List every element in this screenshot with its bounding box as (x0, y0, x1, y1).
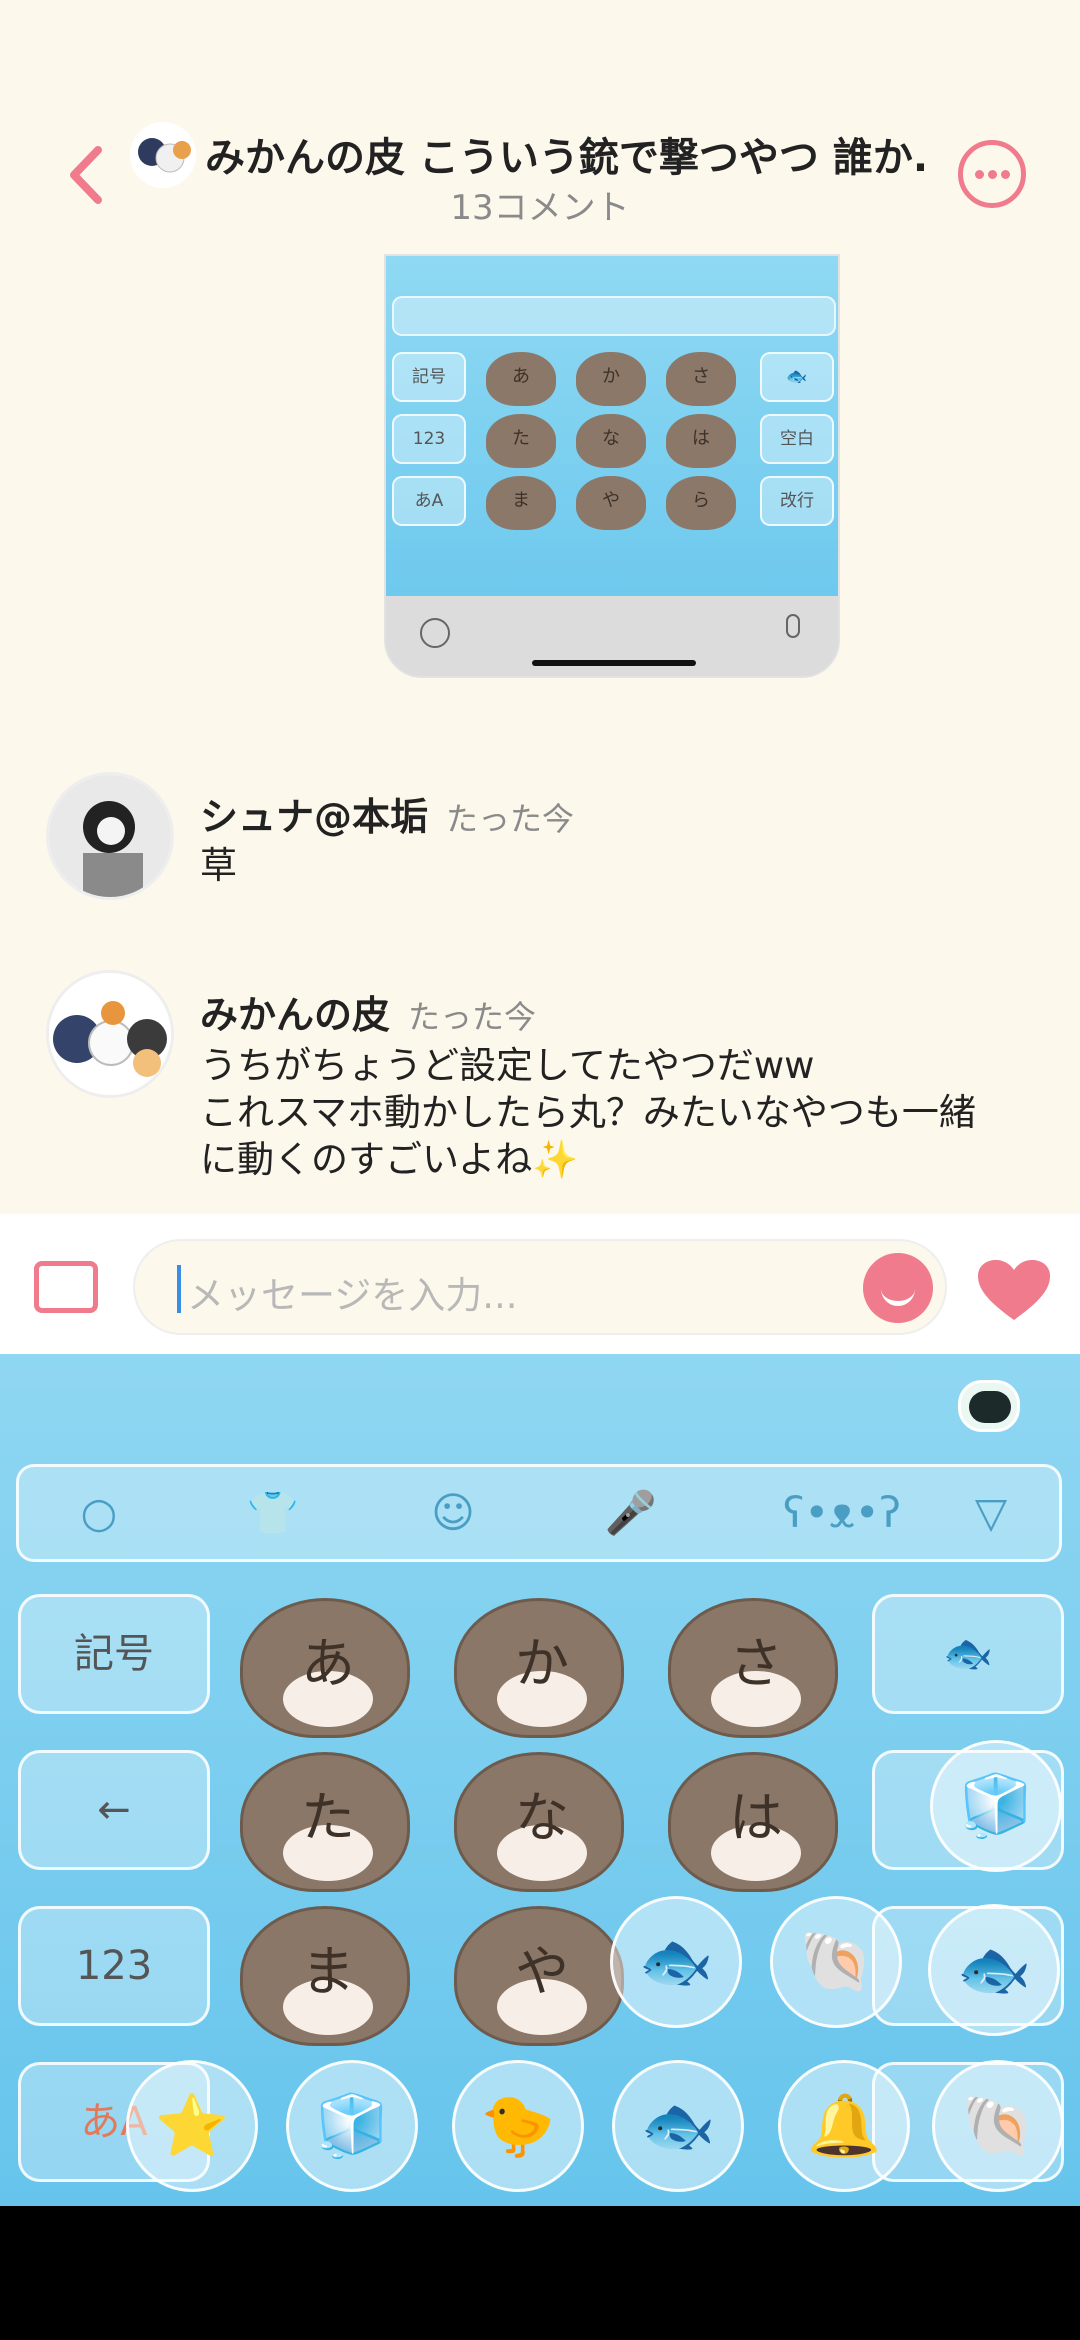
posted-image-otter-key: ら (666, 476, 736, 530)
search-icon[interactable]: ○ (71, 1485, 127, 1541)
kana-key-na[interactable]: な (454, 1752, 624, 1892)
comment-text: 草 (200, 844, 237, 887)
comment-item: シュナ@本垢 たった今 草 (0, 768, 1080, 908)
emoji-button[interactable] (863, 1253, 933, 1323)
shell-bubble[interactable]: 🐚 (770, 1896, 902, 2028)
bear-icon[interactable]: ʕ•ᴥ•ʔ (783, 1485, 901, 1541)
kana-key-sa[interactable]: さ (668, 1598, 838, 1738)
page-title: みかんの皮 こういう銃で撃つやつ 誰か... (205, 135, 925, 181)
comment-time: たった今 (408, 998, 537, 1036)
comment-author: みかんの皮 たった今 (200, 984, 536, 1039)
kana-key-ya[interactable]: や (454, 1906, 624, 2046)
comment-count: 13コメント (450, 188, 630, 228)
mic-icon (786, 614, 800, 638)
ice-bubble[interactable]: 🧊 (930, 1740, 1062, 1872)
posted-image-otter-key: さ (666, 352, 736, 406)
backspace-key[interactable]: ← (18, 1750, 210, 1870)
message-placeholder: メッセージを入力... (187, 1274, 518, 1317)
kana-key-ka[interactable]: か (454, 1598, 624, 1738)
comment-time: たった今 (446, 800, 575, 838)
text-caret (177, 1265, 181, 1313)
comment-text: うちがちょうど設定してたやつだww これスマホ動かしたら丸？みたいなやつも一緒 … (200, 1042, 1040, 1183)
comment-line: うちがちょうど設定してたやつだww (200, 1044, 815, 1087)
chevron-down-icon[interactable]: ▽ (963, 1485, 1019, 1541)
kana-key-a[interactable]: あ (240, 1598, 410, 1738)
star-bubble[interactable]: ⭐ (126, 2060, 258, 2192)
posted-image-otter-key: た (486, 414, 556, 468)
posted-image[interactable]: 記号 123 あA 空白 改行 🐟 あ か さ た な は ま や ら (384, 254, 840, 678)
shell-bubble[interactable]: 🐚 (932, 2060, 1064, 2192)
message-input-bar: メッセージを入力... (0, 1214, 1080, 1354)
posted-image-fish-key: 🐟 (760, 352, 834, 402)
more-options-button[interactable] (958, 140, 1026, 208)
mic-icon[interactable]: 🎤 (603, 1485, 659, 1541)
posted-image-keyboard: 記号 123 あA 空白 改行 🐟 あ か さ た な は ま や ら (386, 256, 838, 596)
globe-icon (420, 618, 450, 648)
kana-key-ta[interactable]: た (240, 1752, 410, 1892)
posted-image-toolbar (392, 296, 836, 336)
avatar[interactable] (46, 772, 174, 900)
comment-item: みかんの皮 たった今 うちがちょうど設定してたやつだww これスマホ動かしたら丸？… (0, 966, 1080, 1186)
shirt-icon[interactable]: 👕 (245, 1485, 301, 1541)
fish-bubble[interactable]: 🐟 (610, 1896, 742, 2028)
post-author-avatar[interactable] (130, 122, 196, 188)
fish-key[interactable]: 🐟 (872, 1594, 1064, 1714)
comment-author-name[interactable]: みかんの皮 (200, 993, 390, 1037)
bell-bubble[interactable]: 🔔 (778, 2060, 910, 2192)
posted-image-system-bar (386, 596, 838, 676)
posted-image-key: 空白 (760, 414, 834, 464)
robot-assistant-icon[interactable] (958, 1380, 1020, 1432)
fish-bubble[interactable]: 🐟 (612, 2060, 744, 2192)
posted-image-otter-key: は (666, 414, 736, 468)
numbers-key[interactable]: 123 (18, 1906, 210, 2026)
posted-image-otter-key: な (576, 414, 646, 468)
home-indicator (532, 660, 696, 666)
heart-icon[interactable] (976, 1258, 1052, 1322)
posted-image-otter-key: や (576, 476, 646, 530)
keyboard-toolbar: ○ 👕 ☺ 🎤 ʕ•ᴥ•ʔ ▽ (16, 1464, 1062, 1562)
chat-header: みかんの皮 こういう銃で撃つやつ 誰か... 13コメント (0, 110, 1080, 240)
system-navigation-bar (0, 2206, 1080, 2340)
posted-image-key: 123 (392, 414, 466, 464)
symbols-key[interactable]: 記号 (18, 1594, 210, 1714)
posted-image-otter-key: あ (486, 352, 556, 406)
kana-key-ma[interactable]: ま (240, 1906, 410, 2046)
comment-line: に動くのすごいよね✨ (200, 1138, 579, 1181)
ice-bubble[interactable]: 🧊 (286, 2060, 418, 2192)
message-input[interactable]: メッセージを入力... (133, 1239, 947, 1335)
posted-image-otter-key: か (576, 352, 646, 406)
comment-author-name[interactable]: シュナ@本垢 (200, 795, 428, 839)
posted-image-key: 記号 (392, 352, 466, 402)
comment-author: シュナ@本垢 たった今 (200, 786, 574, 841)
image-picker-icon[interactable] (34, 1261, 98, 1313)
posted-image-key: 改行 (760, 476, 834, 526)
avatar[interactable] (46, 970, 174, 1098)
kana-key-ha[interactable]: は (668, 1752, 838, 1892)
posted-image-key: あA (392, 476, 466, 526)
keyboard: ○ 👕 ☺ 🎤 ʕ•ᴥ•ʔ ▽ 記号 ← 123 あA 🐟 あ か さ た な … (0, 1354, 1080, 2206)
posted-image-otter-key: ま (486, 476, 556, 530)
comment-line: これスマホ動かしたら丸？みたいなやつも一緒 (200, 1091, 976, 1134)
fish-bubble[interactable]: 🐟 (928, 1904, 1060, 2036)
duck-bubble[interactable]: 🐤 (452, 2060, 584, 2192)
smiley-icon[interactable]: ☺ (425, 1485, 481, 1541)
